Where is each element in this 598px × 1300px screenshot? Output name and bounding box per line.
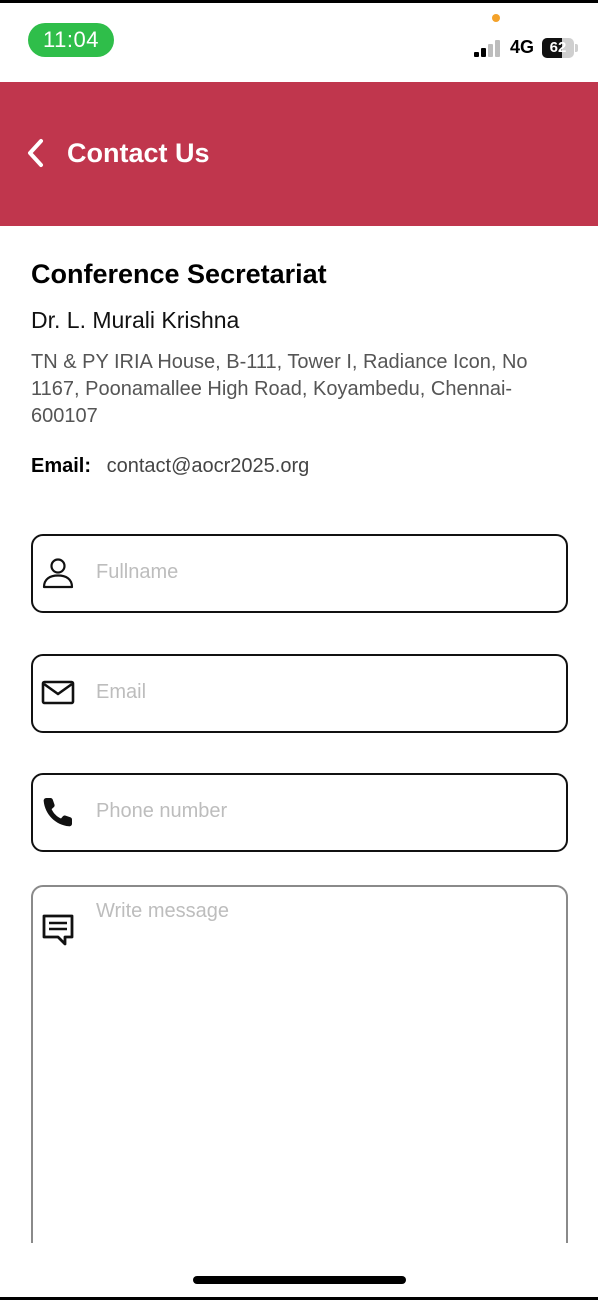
phone-field[interactable]: Phone number <box>31 773 568 852</box>
secretariat-address: TN & PY IRIA House, B-111, Tower I, Radi… <box>31 351 528 427</box>
home-indicator[interactable] <box>193 1276 406 1284</box>
email-label: Email: <box>31 455 92 477</box>
email-row: Email: contact@aocr2025.org <box>31 455 309 478</box>
status-time[interactable]: 11:04 <box>28 23 114 57</box>
message-icon <box>42 914 74 946</box>
privacy-indicator-dot <box>492 14 500 22</box>
chevron-left-icon <box>28 139 43 167</box>
phone-icon <box>43 798 72 827</box>
message-textarea[interactable]: Write message <box>31 885 568 1300</box>
phone-placeholder: Phone number <box>96 800 228 822</box>
cellular-signal-icon <box>474 39 504 57</box>
email-field[interactable]: Email <box>31 654 568 733</box>
secretariat-heading: Conference Secretariat <box>31 259 327 289</box>
contact-person-name: Dr. L. Murali Krishna <box>31 307 240 333</box>
fullname-placeholder: Fullname <box>96 561 179 583</box>
back-button[interactable] <box>22 135 52 171</box>
battery-icon: 62 <box>542 38 578 58</box>
bottom-safe-area <box>0 1243 598 1300</box>
network-type: 4G <box>510 37 535 57</box>
email-placeholder: Email <box>96 681 147 703</box>
user-icon <box>42 558 74 589</box>
message-placeholder: Write message <box>96 900 230 922</box>
mail-icon <box>41 680 75 705</box>
page-title: Contact Us <box>67 138 210 168</box>
email-link[interactable]: contact@aocr2025.org <box>107 455 310 477</box>
fullname-field[interactable]: Fullname <box>31 534 568 613</box>
battery-level: 62 <box>549 39 567 56</box>
contact-us-screen: 11:04 4G 62 Contact Us Conference Secret… <box>0 0 598 1300</box>
status-bar: 11:04 4G 62 <box>0 3 598 82</box>
app-header: Contact Us <box>0 82 598 226</box>
